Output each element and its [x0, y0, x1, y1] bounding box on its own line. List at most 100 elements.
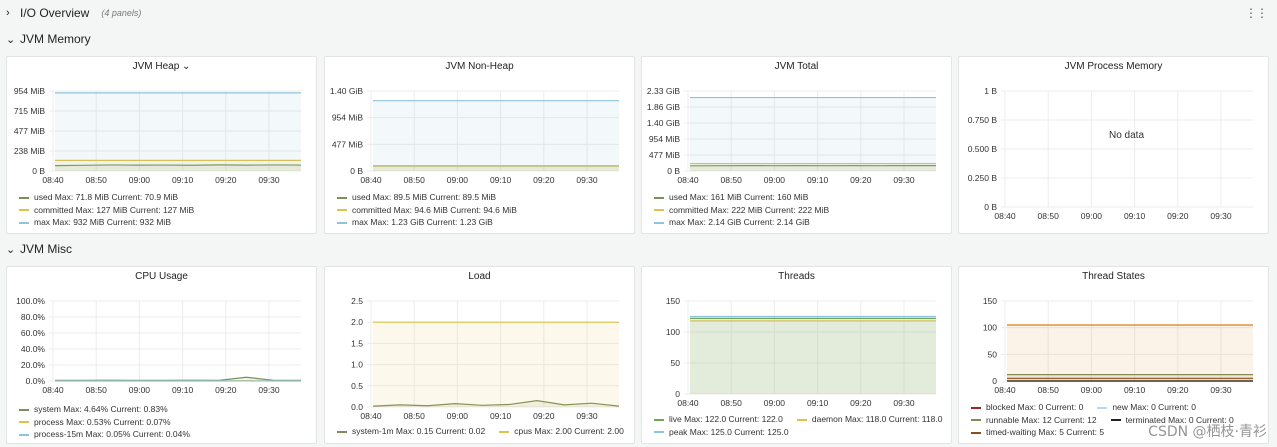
x-tick-label: 09:00 — [1081, 211, 1103, 221]
row-io-overview[interactable]: › I/O Overview (4 panels) — [6, 3, 141, 23]
legend-item-process[interactable]: process Max: 0.53% Current: 0.07% — [19, 416, 171, 429]
legend-swatch — [654, 196, 664, 199]
x-tick-label: 08:40 — [360, 411, 382, 421]
x-tick-label: 08:40 — [677, 398, 699, 408]
y-tick-label: 60.0% — [21, 328, 46, 338]
x-tick-label: 09:10 — [1124, 385, 1146, 395]
row-title: I/O Overview — [20, 6, 90, 20]
y-tick-label: 2.33 GiB — [647, 86, 680, 96]
legend-swatch — [19, 433, 29, 436]
x-tick-label: 08:50 — [404, 411, 426, 421]
legend-item-max[interactable]: max Max: 1.23 GiB Current: 1.23 GiB — [337, 216, 493, 229]
load-panel[interactable]: Load 2.5 2.0 1.5 1.0 0.5 0.0 08:40 08:50 09:00 09:… — [324, 266, 635, 444]
x-tick-label: 09:10 — [807, 175, 829, 185]
thread-states-panel[interactable]: Thread States 150 100 50 0 08:40 08:50 09:00 09:… — [958, 266, 1269, 444]
x-tick-label: 09:20 — [1167, 385, 1189, 395]
y-tick-label: 477 MiB — [649, 150, 681, 160]
legend-label: blocked Max: 0 Current: 0 — [986, 402, 1084, 412]
row-jvm-misc[interactable]: ⌄ JVM Misc — [6, 239, 72, 259]
legend-item-new[interactable]: new Max: 0 Current: 0 — [1097, 401, 1196, 414]
legend-swatch — [796, 418, 807, 421]
legend-swatch — [337, 221, 347, 224]
legend-item-live[interactable]: live Max: 122.0 Current: 122.0 — [654, 413, 783, 426]
legend-label: process-15m Max: 0.05% Current: 0.04% — [34, 429, 190, 439]
legend-swatch — [971, 419, 981, 422]
legend-swatch — [654, 418, 664, 421]
legend-item-blocked[interactable]: blocked Max: 0 Current: 0 — [971, 401, 1083, 414]
legend-swatch — [19, 196, 29, 199]
y-tick-label: 1.0 — [351, 360, 363, 370]
legend-swatch — [19, 209, 29, 212]
cpu-usage-panel[interactable]: CPU Usage 100.0% 80.0% 60.0% 40.0% 20.0% 0.0% 0… — [6, 266, 317, 444]
legend-swatch — [1110, 419, 1121, 422]
row-drag-handle-icon[interactable]: ⋮⋮ — [1245, 6, 1268, 20]
y-tick-label: 477 MiB — [332, 139, 364, 149]
panel-legend: used Max: 89.5 MiB Current: 89.5 MiB comm… — [337, 191, 531, 229]
legend-item-system-1m[interactable]: system-1m Max: 0.15 Current: 0.02 — [337, 425, 485, 438]
x-tick-label: 09:30 — [893, 398, 915, 408]
x-tick-label: 09:20 — [1167, 211, 1189, 221]
x-tick-label: 09:10 — [807, 398, 829, 408]
x-tick-label: 09:00 — [764, 398, 786, 408]
legend-swatch — [1097, 406, 1108, 409]
legend-item-daemon[interactable]: daemon Max: 118.0 Current: 118.0 — [796, 413, 942, 426]
y-tick-label: 150 — [983, 296, 997, 306]
y-tick-label: 50 — [988, 349, 998, 359]
x-tick-label: 08:50 — [721, 398, 743, 408]
load-chart: 2.52.01.51.00.50.008:40 08:50 09:00 09:10 09… — [351, 296, 620, 421]
x-tick-label: 09:10 — [490, 411, 512, 421]
x-tick-label: 09:00 — [1081, 385, 1103, 395]
y-tick-label: 1.40 GiB — [330, 86, 363, 96]
x-tick-label: 08:50 — [86, 385, 108, 395]
legend-item-used[interactable]: used Max: 89.5 MiB Current: 89.5 MiB — [337, 191, 496, 204]
legend-item-committed[interactable]: committed Max: 127 MiB Current: 127 MiB — [19, 204, 194, 217]
x-tick-label: 08:50 — [1038, 385, 1060, 395]
legend-item-process-15m[interactable]: process-15m Max: 0.05% Current: 0.04% — [19, 428, 190, 441]
legend-item-peak[interactable]: peak Max: 125.0 Current: 125.0 — [654, 426, 789, 439]
jvm-non-heap-panel[interactable]: JVM Non-Heap 1.40 GiB 954 MiB 477 MiB 0 B 08:… — [324, 56, 635, 234]
row-panel-count: (4 panels) — [101, 8, 142, 18]
jvm-process-memory-panel[interactable]: JVM Process Memory 1 B 0.750 B 0.500 B 0.250… — [958, 56, 1269, 234]
watermark: CSDN @栖枝·青衫 — [1148, 424, 1267, 440]
legend-item-max[interactable]: max Max: 2.14 GiB Current: 2.14 GiB — [654, 216, 810, 229]
jvm-total-panel[interactable]: JVM Total 2.33 GiB 1.86 GiB 1.40 GiB 954 MiB… — [641, 56, 952, 234]
panel-legend: live Max: 122.0 Current: 122.0 daemon Max… — [654, 413, 956, 438]
legend-item-timed-waiting[interactable]: timed-waiting Max: 5 Current: 5 — [971, 426, 1104, 439]
y-tick-label: 0.750 B — [968, 115, 998, 125]
y-tick-label: 100 — [983, 323, 997, 333]
y-tick-label: 954 MiB — [332, 113, 364, 123]
legend-item-used[interactable]: used Max: 71.8 MiB Current: 70.9 MiB — [19, 191, 178, 204]
legend-item-system[interactable]: system Max: 4.64% Current: 0.83% — [19, 403, 168, 416]
chevron-down-icon: ⌄ — [6, 33, 16, 46]
legend-item-cpus[interactable]: cpus Max: 2.00 Current: 2.00 — [499, 425, 624, 438]
x-tick-label: 09:30 — [576, 175, 598, 185]
legend-swatch — [19, 408, 29, 411]
legend-label: committed Max: 127 MiB Current: 127 MiB — [34, 204, 195, 215]
threads-panel[interactable]: Threads 150 100 50 0 08:40 08:50 09:00 09:10 09:2… — [641, 266, 952, 444]
legend-item-runnable[interactable]: runnable Max: 12 Current: 12 — [971, 414, 1097, 427]
series-area-waiting — [1007, 325, 1253, 381]
panel-legend: used Max: 161 MiB Current: 160 MiB commit… — [654, 191, 843, 229]
y-tick-label: 1.86 GiB — [647, 102, 680, 112]
legend-label: peak Max: 125.0 Current: 125.0 — [669, 426, 789, 437]
y-tick-label: 954 MiB — [649, 134, 681, 144]
x-tick-label: 09:00 — [129, 175, 151, 185]
legend-item-committed[interactable]: committed Max: 222 MiB Current: 222 MiB — [654, 204, 829, 217]
panel-legend: system-1m Max: 0.15 Current: 0.02 cpus Ma… — [337, 425, 638, 438]
x-tick-label: 09:30 — [258, 175, 280, 185]
x-tick-label: 09:30 — [893, 175, 915, 185]
x-tick-label: 09:00 — [764, 175, 786, 185]
x-tick-label: 09:20 — [533, 175, 555, 185]
legend-item-used[interactable]: used Max: 161 MiB Current: 160 MiB — [654, 191, 808, 204]
x-tick-label: 09:00 — [129, 385, 151, 395]
y-tick-label: 0.500 B — [968, 144, 998, 154]
y-tick-label: 477 MiB — [14, 126, 46, 136]
legend-item-committed[interactable]: committed Max: 94.6 MiB Current: 94.6 Mi… — [337, 204, 517, 217]
row-jvm-memory[interactable]: ⌄ JVM Memory — [6, 29, 91, 49]
x-tick-label: 08:50 — [86, 175, 108, 185]
legend-label: committed Max: 222 MiB Current: 222 MiB — [669, 204, 830, 215]
jvm-heap-panel[interactable]: JVM Heap ⌄ 954 MiB 715 MiB 477 MiB 238 MiB 0 … — [6, 56, 317, 234]
legend-item-max[interactable]: max Max: 932 MiB Current: 932 MiB — [19, 216, 171, 229]
legend-label: timed-waiting Max: 5 Current: 5 — [986, 427, 1105, 437]
series-area-max — [690, 97, 936, 171]
